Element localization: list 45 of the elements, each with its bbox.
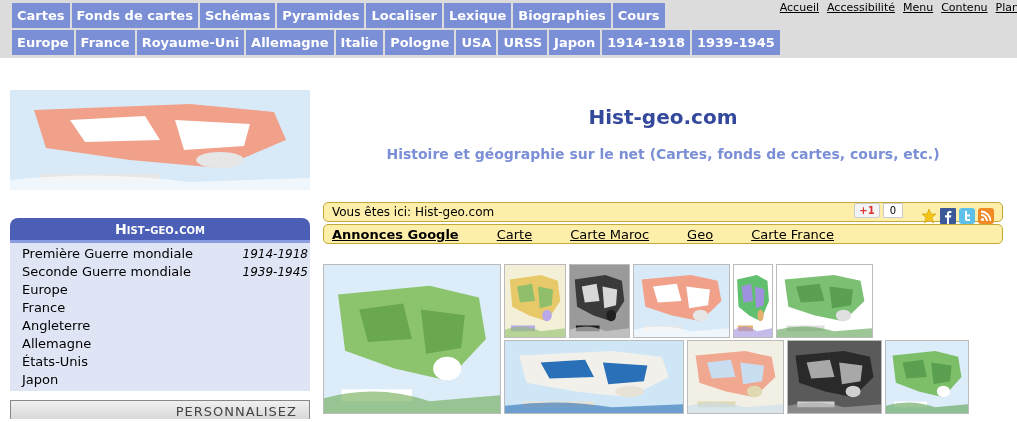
sidebar-link[interactable]: Première Guerre mondiale [22,245,194,263]
nav-tab[interactable]: Japon [549,30,601,55]
top-link[interactable]: Accessibilité [827,1,895,58]
sidebar-link[interactable]: Japon [22,371,59,389]
nav-tab[interactable]: Allemagne [246,30,334,55]
ad-link[interactable]: Geo [687,226,714,242]
sidebar-link[interactable]: France [22,299,66,317]
nav-tab[interactable]: France [75,30,135,55]
sidebar-link[interactable]: Angleterre [22,317,91,335]
nav-tab[interactable]: Pologne [385,30,455,55]
nav-tab[interactable]: 1914-1918 [602,30,690,55]
sidebar-link[interactable]: Allemagne [22,335,92,353]
nav-tab[interactable]: Biographies [513,3,611,28]
nav-tab[interactable]: USA [456,30,497,55]
nav-tab[interactable]: 1939-1945 [691,30,780,55]
ad-link[interactable]: Carte Maroc [570,226,650,242]
site-subtitle: Histoire et géographie sur le net (Cartes, fonds de cartes, cours, etc.) [386,146,940,162]
top-link[interactable]: Contenu [941,1,988,58]
top-link[interactable]: Menu [902,1,934,58]
ads-heading[interactable]: Annonces Google [332,226,459,242]
nav-tab[interactable]: URSS [498,30,548,55]
nav-tab[interactable]: Italie [335,30,384,55]
nav-tab[interactable]: Lexique [444,3,512,28]
top-link[interactable]: Accueil [779,1,819,58]
nav-tab[interactable]: Cours [612,3,665,28]
nav-tab[interactable]: Pyramides [277,3,365,28]
nav-tab[interactable]: Cartes [12,3,70,28]
sidebar-title: Hist-geo.com [10,218,310,243]
period-label: 1939-1945 [242,264,308,281]
plus-one-count: 0 [882,203,903,218]
site-title: Hist-geo.com [588,105,738,129]
breadcrumb: Vous êtes ici: Hist-geo.com [332,205,496,219]
plus-one-button[interactable]: +1 [854,203,880,218]
sidebar-link[interactable]: États-Unis [22,353,88,371]
personalize-title: PERSONNALISEZ [175,404,297,420]
nav-tab[interactable]: Fonds de cartes [71,3,198,28]
nav-tab[interactable]: Royaume-Uni [136,30,245,55]
sidebar-link[interactable]: Seconde Guerre mondiale [22,263,191,281]
nav-tab[interactable]: Schémas [199,3,276,28]
sidebar-link[interactable]: Europe [22,281,68,299]
period-label: 1914-1918 [242,246,308,263]
ad-link[interactable]: Carte [496,226,533,242]
ad-link[interactable]: Carte France [751,226,834,242]
nav-tab[interactable]: Localiser [366,3,442,28]
nav-tab[interactable]: Europe [12,30,74,55]
